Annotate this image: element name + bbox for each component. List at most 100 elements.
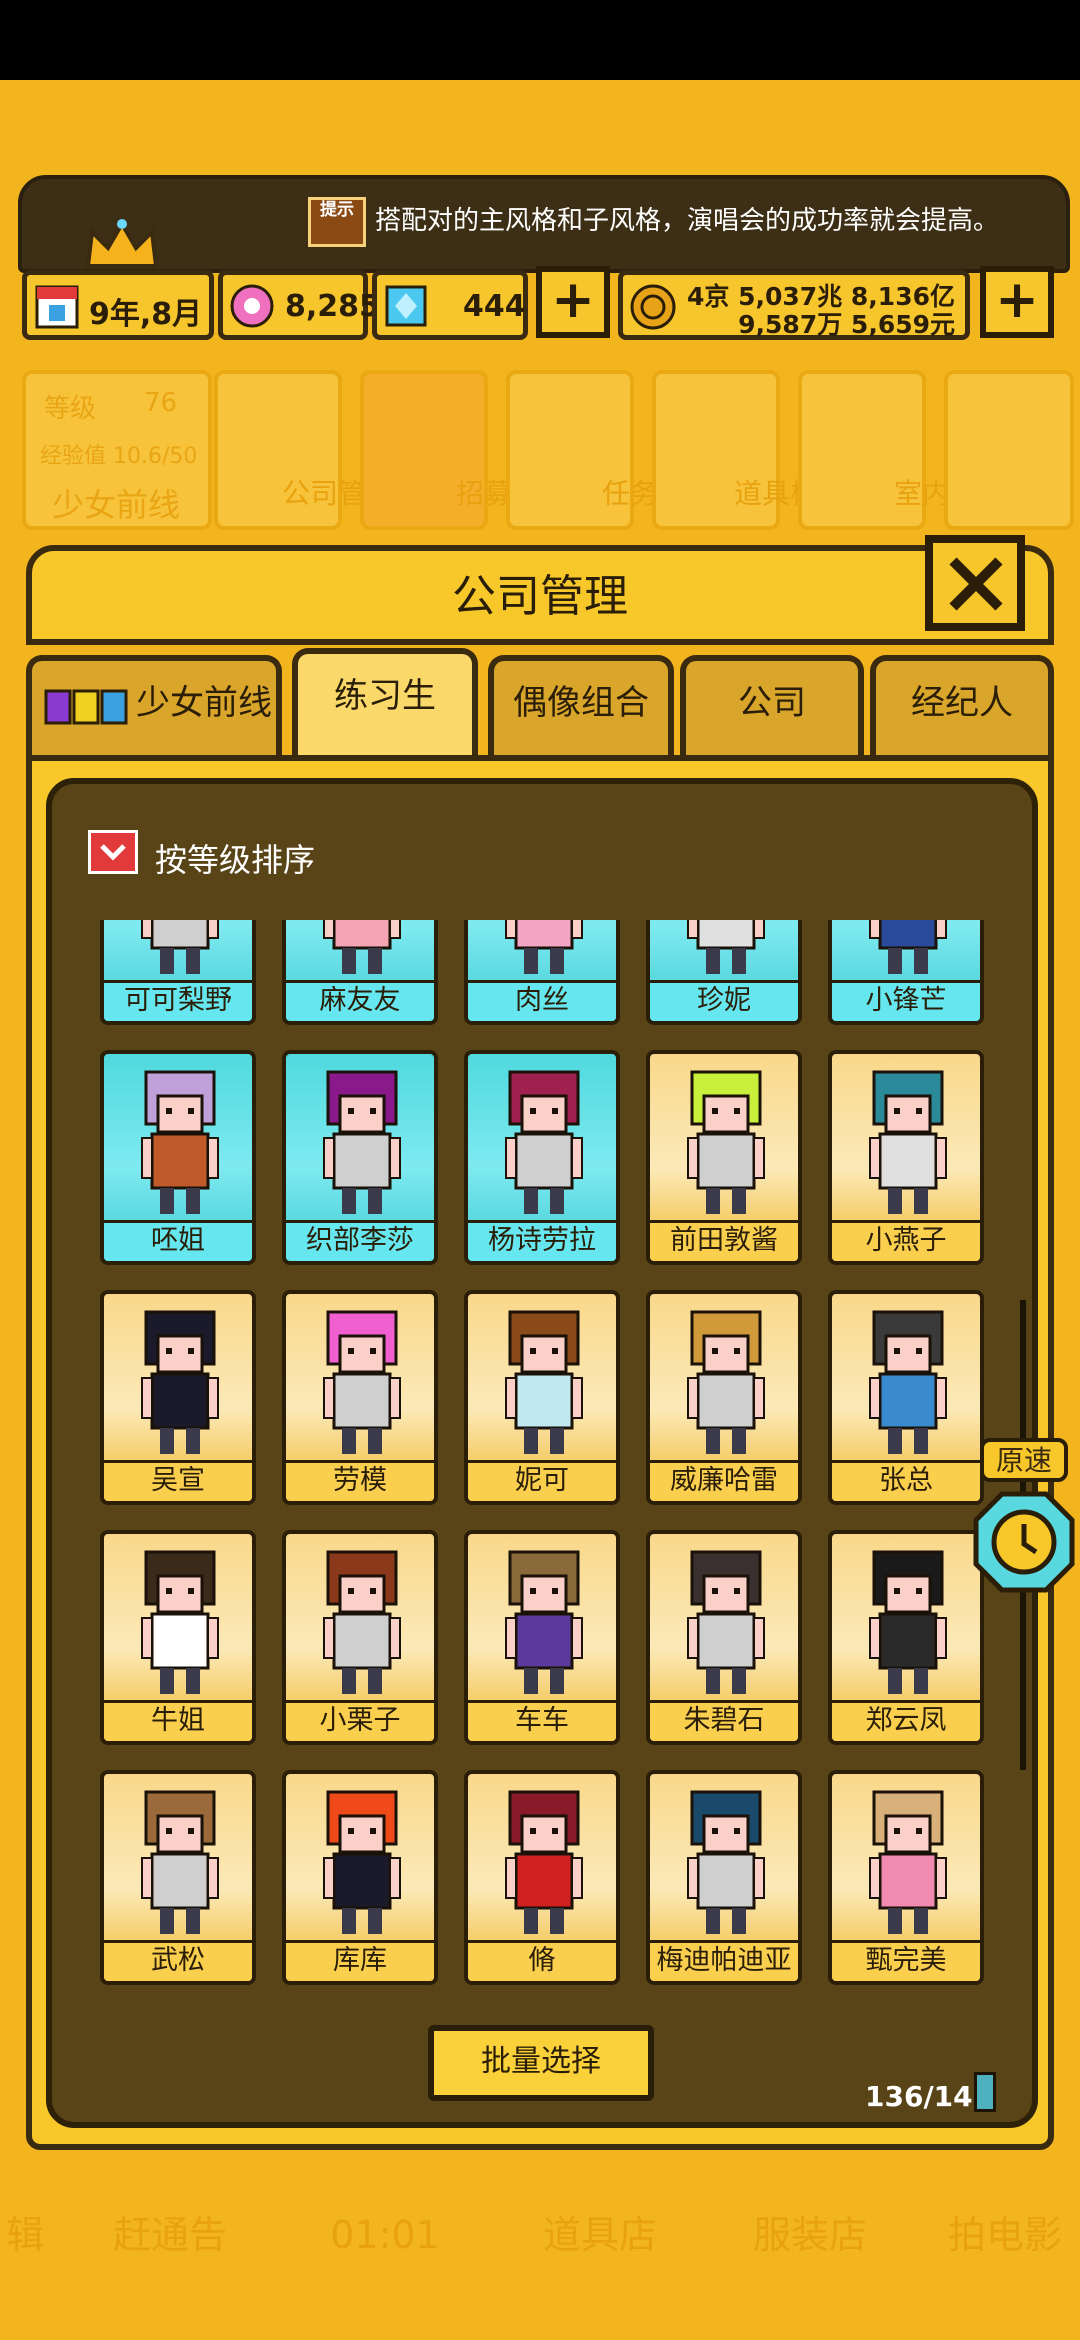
tab-managers[interactable]: 经纪人: [870, 655, 1054, 755]
trainee-name: 小锋芒: [832, 980, 980, 1021]
bottom-item-3: 道具店: [542, 2213, 657, 2257]
trainee-avatar-icon: [505, 1310, 583, 1454]
bg-exp-label: 经验值 10.6/50: [40, 444, 198, 469]
group-icon: [44, 689, 128, 725]
bg-menu-interior: 室内: [798, 370, 950, 530]
buy-money-button[interactable]: +: [980, 266, 1054, 338]
bottom-item-2: 01:01: [330, 2213, 440, 2257]
trainee-name: 肉丝: [468, 980, 616, 1021]
trainee-count-icon: [974, 2072, 996, 2112]
sort-label[interactable]: 按等级排序: [155, 835, 315, 881]
trainee-card[interactable]: 车车: [464, 1530, 620, 1745]
trainee-avatar-icon: [687, 920, 765, 974]
trainee-avatar-icon: [505, 1550, 583, 1694]
clock-icon[interactable]: [972, 1490, 1076, 1594]
blue-gem-value: 444: [463, 289, 526, 324]
trainee-grid[interactable]: 可可梨野 麻友友 肉丝 珍妮 小锋芒呸姐 织部李莎 杨诗劳拉 前田敦酱 小燕子吴宣 劳模 妮可 威廉哈…: [100, 920, 1000, 2000]
trainee-card[interactable]: 肉丝: [464, 920, 620, 1025]
trainee-card[interactable]: 张总: [828, 1290, 984, 1505]
bottom-item-4: 服装店: [752, 2213, 867, 2257]
trainee-card[interactable]: 劳模: [282, 1290, 438, 1505]
trainee-card[interactable]: 呸姐: [100, 1050, 256, 1265]
trainee-card[interactable]: 牛姐: [100, 1530, 256, 1745]
trainee-name: 武松: [104, 1940, 252, 1981]
trainee-card[interactable]: 郑云凤: [828, 1530, 984, 1745]
bg-level-box: 等级 76 经验值 10.6/50 少女前线: [22, 370, 212, 530]
trainee-avatar-icon: [687, 1070, 765, 1214]
trainee-card[interactable]: 库库: [282, 1770, 438, 1985]
trainee-card[interactable]: 小锋芒: [828, 920, 984, 1025]
bg-menu-items: 道具栏: [652, 370, 818, 530]
trainee-card[interactable]: 前田敦酱: [646, 1050, 802, 1265]
trainee-card[interactable]: 朱碧石: [646, 1530, 802, 1745]
buy-gems-button[interactable]: +: [536, 266, 610, 338]
tip-text: 搭配对的主风格和子风格，演唱会的成功率就会提高。: [375, 206, 1000, 236]
trainee-card[interactable]: 威廉哈雷: [646, 1290, 802, 1505]
blue-gem-icon: [385, 285, 427, 327]
tab-girls-frontline[interactable]: 少女前线: [26, 655, 282, 755]
trainee-avatar-icon: [869, 1790, 947, 1934]
trainee-name: 珍妮: [650, 980, 798, 1021]
pink-gem-icon: [230, 284, 274, 328]
trainee-name: 牛姐: [104, 1700, 252, 1741]
trainee-avatar-icon: [869, 1310, 947, 1454]
trainee-card[interactable]: 脩: [464, 1770, 620, 1985]
trainee-name: 前田敦酱: [650, 1220, 798, 1261]
trainee-avatar-icon: [141, 1790, 219, 1934]
trainee-card[interactable]: 小栗子: [282, 1530, 438, 1745]
trainee-name: 织部李莎: [286, 1220, 434, 1261]
bg-menu-recruit: 招募: [360, 370, 512, 530]
bottom-item-5: 拍电影: [947, 2213, 1062, 2257]
speed-label: 原速: [980, 1438, 1068, 1482]
trainee-card[interactable]: 可可梨野: [100, 920, 256, 1025]
tab-label: 经纪人: [911, 683, 1013, 723]
tab-label: 少女前线: [136, 683, 272, 723]
tab-label: 偶像组合: [513, 683, 649, 723]
batch-select-button[interactable]: 批量选择: [428, 2025, 654, 2101]
trainee-name: 妮可: [468, 1460, 616, 1501]
tip-icon: 提示: [308, 197, 366, 247]
coin-icon: [630, 284, 676, 330]
close-button[interactable]: [925, 535, 1025, 631]
bottom-item-0: 辑: [5, 2213, 44, 2257]
trainee-name: 车车: [468, 1700, 616, 1741]
tab-label: 练习生: [334, 676, 436, 716]
trainee-card[interactable]: 武松: [100, 1770, 256, 1985]
trainee-avatar-icon: [869, 920, 947, 974]
bg-level-label: 等级: [44, 394, 97, 424]
tab-company[interactable]: 公司: [680, 655, 864, 755]
trainee-card[interactable]: 小燕子: [828, 1050, 984, 1265]
trainee-avatar-icon: [323, 1310, 401, 1454]
trainee-name: 张总: [832, 1460, 980, 1501]
trainee-avatar-icon: [323, 920, 401, 974]
tab-label: 公司: [738, 683, 806, 723]
trainee-name: 朱碧石: [650, 1700, 798, 1741]
trainee-avatar-icon: [687, 1310, 765, 1454]
trainee-name: 甄完美: [832, 1940, 980, 1981]
trainee-card[interactable]: 麻友友: [282, 920, 438, 1025]
trainee-name: 小栗子: [286, 1700, 434, 1741]
money-line2: 9,587万 5,659元: [738, 310, 955, 339]
close-icon: [949, 557, 1003, 611]
trainee-avatar-icon: [323, 1550, 401, 1694]
trainee-avatar-icon: [869, 1550, 947, 1694]
trainee-card[interactable]: 吴宣: [100, 1290, 256, 1505]
trainee-avatar-icon: [141, 920, 219, 974]
sort-dropdown-icon[interactable]: [88, 830, 138, 874]
trainee-card[interactable]: 妮可: [464, 1290, 620, 1505]
trainee-card[interactable]: 梅迪帕迪亚: [646, 1770, 802, 1985]
bottom-item-1: 赶通告: [112, 2213, 227, 2257]
trainee-name: 呸姐: [104, 1220, 252, 1261]
tab-trainees[interactable]: 练习生: [292, 648, 478, 760]
trainee-card[interactable]: 杨诗劳拉: [464, 1050, 620, 1265]
trainee-card[interactable]: 织部李莎: [282, 1050, 438, 1265]
trainee-card[interactable]: 甄完美: [828, 1770, 984, 1985]
bg-menu-company: 公司管理: [214, 370, 394, 530]
trainee-name: 威廉哈雷: [650, 1460, 798, 1501]
panel-title: 公司管理: [452, 571, 628, 622]
status-bar: [0, 0, 1080, 80]
tab-idol-groups[interactable]: 偶像组合: [488, 655, 674, 755]
trainee-name: 郑云凤: [832, 1700, 980, 1741]
trainee-name: 梅迪帕迪亚: [650, 1940, 798, 1981]
trainee-card[interactable]: 珍妮: [646, 920, 802, 1025]
